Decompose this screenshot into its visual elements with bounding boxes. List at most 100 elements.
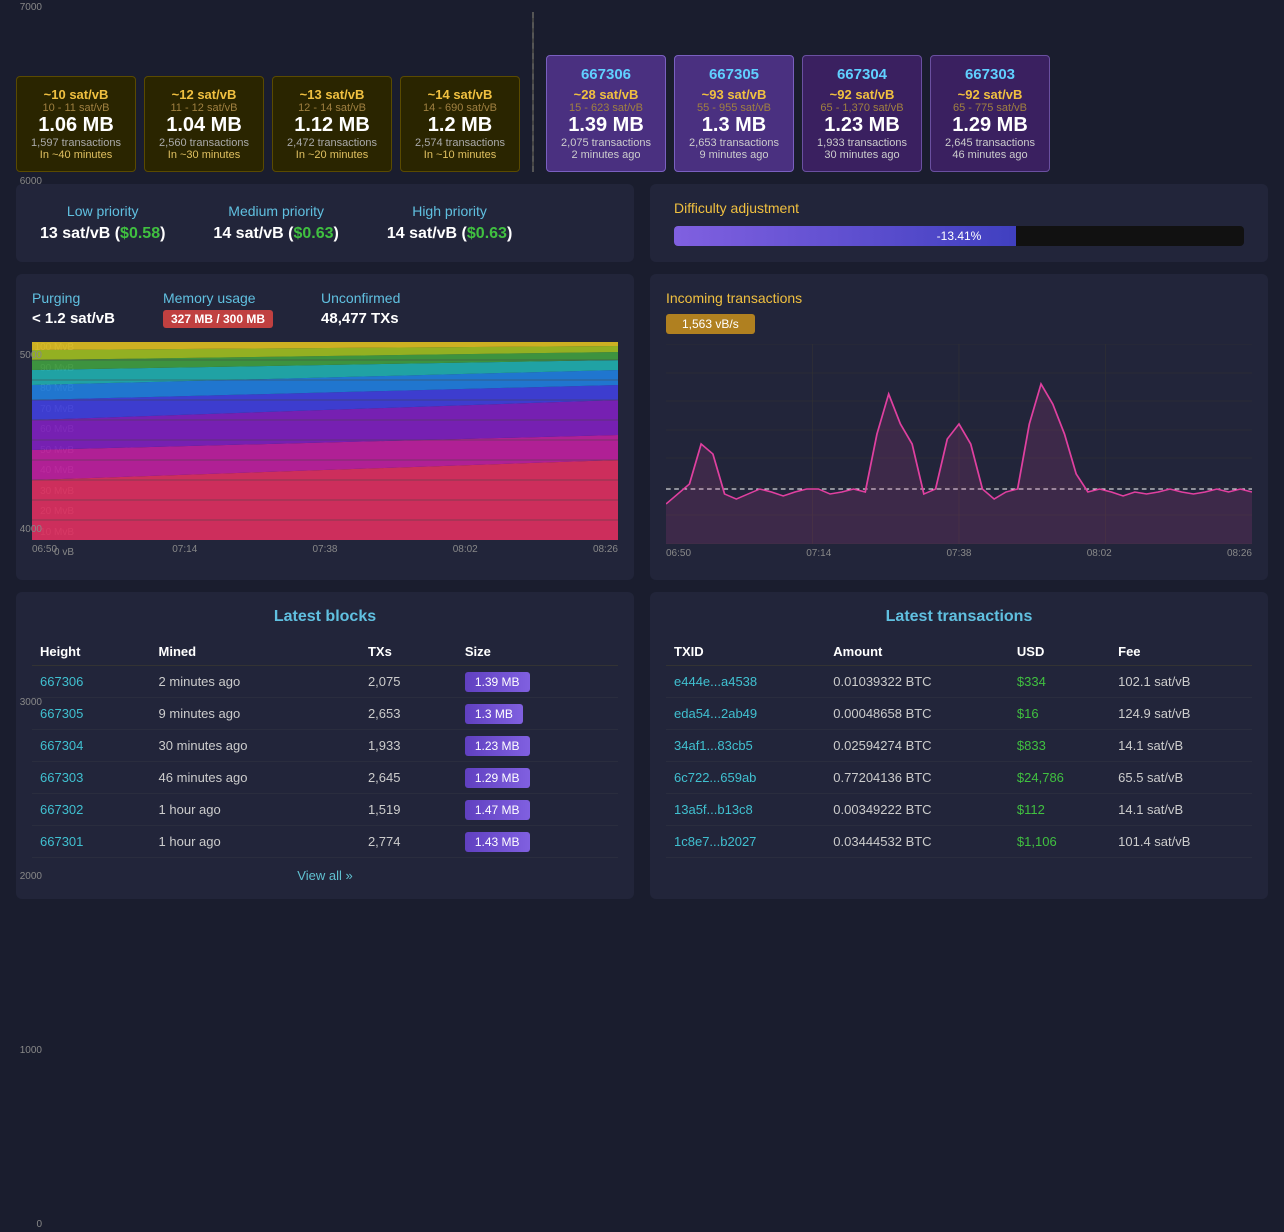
tx-id[interactable]: eda54...2ab49 bbox=[666, 698, 825, 730]
tx-usd: $1,106 bbox=[1009, 826, 1110, 858]
low-priority-value: 13 sat/vB ($0.58) bbox=[40, 225, 165, 243]
unconfirmed-stat: Unconfirmed 48,477 TXs bbox=[321, 290, 400, 327]
high-priority: High priority 14 sat/vB ($0.63) bbox=[387, 203, 512, 243]
col-usd: USD bbox=[1009, 638, 1110, 666]
block-size: 1.39 MB bbox=[457, 666, 618, 698]
table-row: 667304 30 minutes ago 1,933 1.23 MB bbox=[32, 730, 618, 762]
block-height[interactable]: 667306 bbox=[32, 666, 151, 698]
col-mined: Mined bbox=[151, 638, 360, 666]
block-size: 1.47 MB bbox=[457, 794, 618, 826]
top-blocks-section: ~10 sat/vB 10 - 11 sat/vB 1.06 MB 1,597 … bbox=[0, 0, 1284, 184]
low-priority: Low priority 13 sat/vB ($0.58) bbox=[40, 203, 165, 243]
block-height[interactable]: 667301 bbox=[32, 826, 151, 858]
tx-id[interactable]: 6c722...659ab bbox=[666, 762, 825, 794]
table-row: 667306 2 minutes ago 2,075 1.39 MB bbox=[32, 666, 618, 698]
high-priority-label: High priority bbox=[387, 203, 512, 219]
table-row: 667301 1 hour ago 2,774 1.43 MB bbox=[32, 826, 618, 858]
col-fee: Fee bbox=[1110, 638, 1252, 666]
difficulty-bar-text: -13.41% bbox=[937, 229, 982, 243]
tx-id[interactable]: 1c8e7...b2027 bbox=[666, 826, 825, 858]
tx-usd: $334 bbox=[1009, 666, 1110, 698]
col-amount: Amount bbox=[825, 638, 1009, 666]
low-priority-label: Low priority bbox=[40, 203, 165, 219]
incoming-label: Incoming transactions bbox=[666, 290, 1252, 306]
table-row: 667303 46 minutes ago 2,645 1.29 MB bbox=[32, 762, 618, 794]
view-all-blocks[interactable]: View all » bbox=[32, 868, 618, 883]
tx-amount: 0.00048658 BTC bbox=[825, 698, 1009, 730]
tx-fee: 102.1 sat/vB bbox=[1110, 666, 1252, 698]
tx-amount: 0.03444532 BTC bbox=[825, 826, 1009, 858]
latest-blocks-card: Latest blocks Height Mined TXs Size 6673… bbox=[16, 592, 634, 899]
tx-amount: 0.02594274 BTC bbox=[825, 730, 1009, 762]
tx-usd: $833 bbox=[1009, 730, 1110, 762]
view-all-link[interactable]: View all » bbox=[297, 868, 352, 883]
block-mined: 1 hour ago bbox=[151, 794, 360, 826]
pending-blocks: ~10 sat/vB 10 - 11 sat/vB 1.06 MB 1,597 … bbox=[16, 76, 520, 172]
block-size: 1.29 MB bbox=[457, 762, 618, 794]
tx-usd: $16 bbox=[1009, 698, 1110, 730]
tx-amount: 0.77204136 BTC bbox=[825, 762, 1009, 794]
block-mined: 30 minutes ago bbox=[151, 730, 360, 762]
block-height[interactable]: 667302 bbox=[32, 794, 151, 826]
confirmed-block-667306[interactable]: 667306 ~28 sat/vB 15 - 623 sat/vB 1.39 M… bbox=[546, 55, 666, 172]
block-size: 1.43 MB bbox=[457, 826, 618, 858]
block-mined: 46 minutes ago bbox=[151, 762, 360, 794]
pending-block-2[interactable]: ~13 sat/vB 12 - 14 sat/vB 1.12 MB 2,472 … bbox=[272, 76, 392, 172]
tx-id[interactable]: 34af1...83cb5 bbox=[666, 730, 825, 762]
tx-usd: $24,786 bbox=[1009, 762, 1110, 794]
tx-id[interactable]: e444e...a4538 bbox=[666, 666, 825, 698]
incoming-y-labels: 7000 6000 5000 4000 3000 2000 1000 0 bbox=[0, 0, 48, 1232]
difficulty-bar: -13.41% bbox=[674, 226, 1244, 246]
block-txs: 1,933 bbox=[360, 730, 457, 762]
tx-amount: 0.01039322 BTC bbox=[825, 666, 1009, 698]
pending-block-3[interactable]: ~14 sat/vB 14 - 690 sat/vB 1.2 MB 2,574 … bbox=[400, 76, 520, 172]
memory-label: Memory usage bbox=[163, 290, 273, 306]
latest-transactions-table: TXID Amount USD Fee e444e...a4538 0.0103… bbox=[666, 638, 1252, 858]
bottom-row: Latest blocks Height Mined TXs Size 6673… bbox=[0, 592, 1284, 911]
incoming-svg bbox=[666, 344, 1252, 544]
mempool-header: Purging < 1.2 sat/vB Memory usage 327 MB… bbox=[32, 290, 618, 328]
block-height[interactable]: 667305 bbox=[32, 698, 151, 730]
block-txs: 2,075 bbox=[360, 666, 457, 698]
medium-priority-label: Medium priority bbox=[213, 203, 338, 219]
table-row: 667305 9 minutes ago 2,653 1.3 MB bbox=[32, 698, 618, 730]
block-txs: 2,774 bbox=[360, 826, 457, 858]
confirmed-block-667304[interactable]: 667304 ~92 sat/vB 65 - 1,370 sat/vB 1.23… bbox=[802, 55, 922, 172]
latest-transactions-title: Latest transactions bbox=[666, 608, 1252, 626]
high-priority-value: 14 sat/vB ($0.63) bbox=[387, 225, 512, 243]
pending-block-1[interactable]: ~12 sat/vB 11 - 12 sat/vB 1.04 MB 2,560 … bbox=[144, 76, 264, 172]
block-size: 1.23 MB bbox=[457, 730, 618, 762]
col-txs: TXs bbox=[360, 638, 457, 666]
medium-priority-value: 14 sat/vB ($0.63) bbox=[213, 225, 338, 243]
table-row: 34af1...83cb5 0.02594274 BTC $833 14.1 s… bbox=[666, 730, 1252, 762]
table-row: 6c722...659ab 0.77204136 BTC $24,786 65.… bbox=[666, 762, 1252, 794]
tx-fee: 14.1 sat/vB bbox=[1110, 794, 1252, 826]
confirmed-block-667305[interactable]: 667305 ~93 sat/vB 55 - 955 sat/vB 1.3 MB… bbox=[674, 55, 794, 172]
tx-fee: 101.4 sat/vB bbox=[1110, 826, 1252, 858]
block-size: 1.3 MB bbox=[457, 698, 618, 730]
memory-value: 327 MB / 300 MB bbox=[163, 310, 273, 328]
latest-blocks-table: Height Mined TXs Size 667306 2 minutes a… bbox=[32, 638, 618, 858]
confirmed-block-667303[interactable]: 667303 ~92 sat/vB 65 - 775 sat/vB 1.29 M… bbox=[930, 55, 1050, 172]
table-row: 13a5f...b13c8 0.00349222 BTC $112 14.1 s… bbox=[666, 794, 1252, 826]
middle-row: Low priority 13 sat/vB ($0.58) Medium pr… bbox=[0, 184, 1284, 274]
block-mined: 2 minutes ago bbox=[151, 666, 360, 698]
difficulty-label: Difficulty adjustment bbox=[674, 200, 1244, 216]
charts-row: Purging < 1.2 sat/vB Memory usage 327 MB… bbox=[0, 274, 1284, 592]
medium-priority: Medium priority 14 sat/vB ($0.63) bbox=[213, 203, 338, 243]
latest-transactions-card: Latest transactions TXID Amount USD Fee … bbox=[650, 592, 1268, 899]
unconfirmed-label: Unconfirmed bbox=[321, 290, 400, 306]
block-height[interactable]: 667303 bbox=[32, 762, 151, 794]
memory-stat: Memory usage 327 MB / 300 MB bbox=[163, 290, 273, 328]
tx-fee: 65.5 sat/vB bbox=[1110, 762, 1252, 794]
difficulty-card: Difficulty adjustment -13.41% bbox=[650, 184, 1268, 262]
incoming-x-labels: 06:50 07:14 07:38 08:02 08:26 bbox=[666, 548, 1252, 559]
tx-fee: 14.1 sat/vB bbox=[1110, 730, 1252, 762]
blocks-divider bbox=[532, 12, 534, 172]
block-height[interactable]: 667304 bbox=[32, 730, 151, 762]
table-row: eda54...2ab49 0.00048658 BTC $16 124.9 s… bbox=[666, 698, 1252, 730]
confirmed-blocks: 667306 ~28 sat/vB 15 - 623 sat/vB 1.39 M… bbox=[546, 55, 1050, 172]
incoming-badge: 1,563 vB/s bbox=[666, 314, 755, 334]
tx-id[interactable]: 13a5f...b13c8 bbox=[666, 794, 825, 826]
table-row: 1c8e7...b2027 0.03444532 BTC $1,106 101.… bbox=[666, 826, 1252, 858]
